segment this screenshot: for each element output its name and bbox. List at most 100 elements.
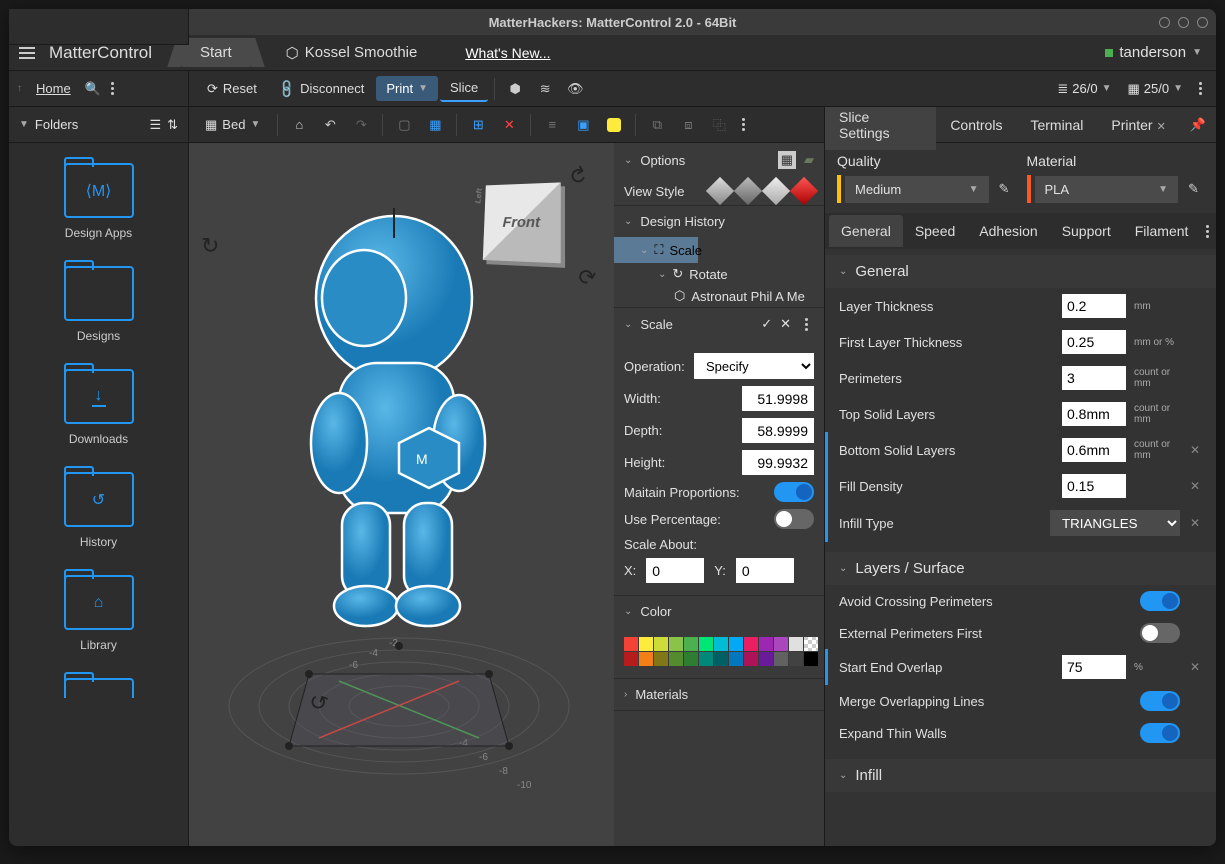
subtab-general[interactable]: General [829,215,903,247]
subtabs-menu-button[interactable] [1200,225,1215,238]
search-icon[interactable]: 🔍 [85,81,101,97]
top-solid-input[interactable] [1062,402,1126,426]
color-swatch[interactable] [699,637,713,651]
merge-overlap-toggle[interactable] [1140,691,1180,711]
close-button[interactable] [1197,17,1208,28]
align-icon[interactable]: ≡ [538,111,566,139]
sidebar-item-more[interactable] [9,668,188,698]
sidebar-item-design-apps[interactable]: ⟨M⟩ Design Apps [9,153,188,256]
tab-terminal[interactable]: Terminal [1016,108,1097,142]
copy-icon[interactable]: ⿻ [705,111,733,139]
shade-overhang-icon[interactable] [790,177,818,205]
group-general[interactable]: ⌄General [825,255,1216,288]
view-3d-icon[interactable]: ⬢ [501,75,529,103]
menu-button[interactable] [13,47,41,59]
color-swatch[interactable] [669,637,683,651]
color-swatch[interactable] [624,637,638,651]
color-swatch[interactable] [759,652,773,666]
perimeters-input[interactable] [1062,366,1126,390]
home-button[interactable]: Home [26,76,81,101]
sidebar-menu-button[interactable] [105,82,120,95]
depth-input[interactable] [742,418,814,443]
toolbar-menu-button[interactable] [1193,82,1208,95]
tab-start[interactable]: Start [182,38,250,67]
edit-material-icon[interactable]: ✎ [1188,181,1204,197]
tree-model[interactable]: ⬡Astronaut Phil A Me [614,285,824,307]
width-input[interactable] [742,386,814,411]
color-swatch[interactable] [639,652,653,666]
color-swatch[interactable] [804,637,818,651]
scale-y-input[interactable] [736,558,794,583]
sidebar-item-library[interactable]: ⌂ Library [9,565,188,668]
sort-icon[interactable]: ⇅ [167,117,178,133]
reset-icon[interactable]: ✕ [1188,479,1202,493]
avoid-crossing-toggle[interactable] [1140,591,1180,611]
add-icon[interactable]: ⊞ [464,111,492,139]
infill-type-select[interactable]: TRIANGLES [1050,510,1180,536]
tab-controls[interactable]: Controls [936,108,1016,142]
pin-icon[interactable]: 📌 [1180,117,1216,133]
expand-thin-toggle[interactable] [1140,723,1180,743]
close-icon[interactable]: ✕ [1157,121,1166,133]
options-header[interactable]: ⌄Options ▦ ▰ [614,143,824,177]
first-layer-input[interactable] [1062,330,1126,354]
shade-wire-icon[interactable] [734,177,762,205]
list-view-icon[interactable]: ☰ [149,117,161,133]
color-swatch[interactable] [804,652,818,666]
grid4-icon[interactable]: ▦ [421,111,449,139]
color-swatch[interactable] [729,652,743,666]
edit-quality-icon[interactable]: ✎ [999,181,1015,197]
color-swatch[interactable] [744,637,758,651]
color-swatch[interactable] [639,637,653,651]
color-swatch[interactable] [654,652,668,666]
delete-icon[interactable]: ✕ [495,111,523,139]
tree-rotate[interactable]: ⌄↻Rotate [614,263,824,285]
shade-outline-icon[interactable] [762,177,790,205]
materials-header[interactable]: ›Materials [614,679,824,710]
grid-toggle-icon[interactable]: ▦ [778,151,796,169]
color-swatch[interactable] [729,637,743,651]
height-input[interactable] [742,450,814,475]
quality-dropdown[interactable]: Medium▼ [845,176,989,203]
color-swatch[interactable] [714,637,728,651]
color-swatch[interactable] [654,637,668,651]
close-icon[interactable]: ✕ [780,316,791,332]
operation-select[interactable]: Specify [694,353,814,379]
up-icon[interactable]: ↑ [17,83,22,94]
subtab-support[interactable]: Support [1050,215,1123,247]
view-layers-icon[interactable]: ≋ [531,75,559,103]
redo-icon[interactable]: ↷ [347,111,375,139]
rotate-arc-icon[interactable]: ↻ [561,162,593,191]
maximize-button[interactable] [1178,17,1189,28]
scale-x-input[interactable] [646,558,704,583]
shade-toggle-icon[interactable]: ▰ [804,152,814,168]
reset-icon[interactable]: ✕ [1188,443,1202,457]
lay-flat-icon[interactable]: ▣ [569,111,597,139]
sidebar-item-history[interactable]: ↺ History [9,462,188,565]
material-dropdown[interactable]: PLA▼ [1035,176,1179,203]
color-swatch[interactable] [714,652,728,666]
tab-printer[interactable]: ⬡ Kossel Smoothie [268,38,436,68]
sidebar-item-downloads[interactable]: ↓ Downloads [9,359,188,462]
color-swatch[interactable] [789,652,803,666]
view-eye-icon[interactable]: 👁 [561,75,589,103]
subtab-filament[interactable]: Filament [1123,215,1201,247]
home-view-icon[interactable]: ⌂ [285,111,313,139]
color-swatch[interactable] [744,652,758,666]
whats-new-link[interactable]: What's New... [465,45,550,61]
reset-icon[interactable]: ✕ [1188,660,1202,674]
start-end-overlap-input[interactable] [1062,655,1126,679]
rotate-arc-icon[interactable]: ↻ [201,233,219,259]
select-icon[interactable]: ▢ [390,111,418,139]
extruder-count[interactable]: ≣ 26/0 ▼ [1057,81,1111,97]
tree-scale[interactable]: ⌄⛶Scale [614,237,698,263]
disconnect-button[interactable]: 🔗Disconnect [269,76,375,102]
minimize-button[interactable] [1159,17,1170,28]
model-astronaut[interactable]: M [264,208,514,638]
rotate-arc-icon[interactable]: ↻ [569,262,601,291]
fill-density-input[interactable] [1062,474,1126,498]
group-layers-surface[interactable]: ⌄Layers / Surface [825,552,1216,585]
ext-perim-first-toggle[interactable] [1140,623,1180,643]
scale-menu-button[interactable] [799,318,814,331]
folders-header[interactable]: ▼ Folders ☰ ⇅ [9,107,188,143]
